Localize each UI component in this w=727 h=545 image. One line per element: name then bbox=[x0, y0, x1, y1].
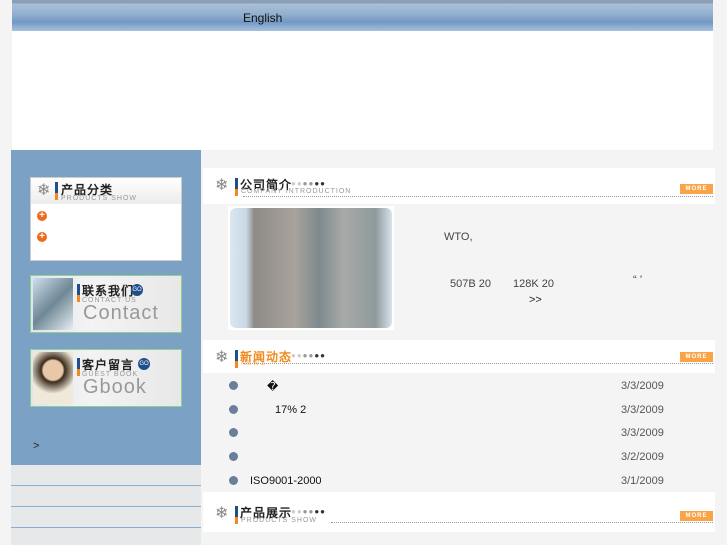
building-image bbox=[228, 206, 394, 330]
news-title-text[interactable]: � bbox=[267, 380, 278, 393]
go-icon: GO bbox=[131, 284, 143, 296]
sidebar-row[interactable] bbox=[11, 507, 201, 528]
company-intro-header: ❄ 公司简介 ●●●●●● COMPANY INTRODUCTION MORE bbox=[203, 168, 715, 204]
bullet-icon bbox=[229, 381, 238, 390]
news-header: ❄ 新闻动态 ●●●●●● NEWS MORE bbox=[203, 340, 715, 373]
title-bar-icon bbox=[235, 178, 238, 196]
title-bar-icon bbox=[55, 182, 58, 200]
intro-text: 128K 20 bbox=[513, 278, 554, 290]
news-more-button[interactable]: MORE bbox=[680, 352, 713, 362]
bullet-icon bbox=[229, 452, 238, 461]
gbook-big-text: Gbook bbox=[83, 376, 147, 398]
news-item[interactable]: 3/3/2009 bbox=[203, 424, 715, 446]
laptop-image bbox=[33, 278, 73, 330]
plus-icon[interactable]: + bbox=[37, 211, 47, 221]
company-more-button[interactable]: MORE bbox=[680, 184, 713, 194]
products-show-subtitle: PRODUCTS SHOW bbox=[241, 517, 317, 524]
snowflake-icon: ❄ bbox=[215, 505, 229, 522]
product-categories-box: ❄ 产品分类 PRODUCTS SHOW + + bbox=[30, 177, 182, 261]
company-subtitle: COMPANY INTRODUCTION bbox=[241, 188, 352, 195]
sidebar-row[interactable] bbox=[11, 486, 201, 507]
bullet-icon bbox=[229, 405, 238, 414]
title-bar-icon bbox=[77, 358, 80, 376]
news-title-text[interactable]: ISO9001-2000 bbox=[250, 475, 322, 487]
dots-icon: ●●●●●● bbox=[291, 351, 327, 360]
products-show-header: ❄ 产品展示 ●●●●●● PRODUCTS SHOW MORE bbox=[203, 492, 715, 532]
plus-icon[interactable]: + bbox=[37, 232, 47, 242]
contact-big-text: Contact bbox=[83, 302, 159, 324]
contact-us-banner[interactable]: 联系我们 GO CONTACT US Contact bbox=[30, 275, 182, 333]
news-title-text[interactable]: 17% 2 bbox=[275, 404, 306, 416]
title-bar-icon bbox=[235, 506, 238, 524]
products-subtitle: PRODUCTS SHOW bbox=[61, 195, 137, 202]
news-item[interactable]: 17% 2 3/3/2009 bbox=[203, 401, 715, 423]
top-nav-bar: English bbox=[12, 0, 713, 31]
sidebar-row[interactable] bbox=[11, 465, 201, 486]
snowflake-icon: ❄ bbox=[215, 177, 229, 194]
bullet-icon bbox=[229, 428, 238, 437]
news-date: 3/3/2009 bbox=[621, 404, 664, 416]
operator-image bbox=[33, 352, 73, 404]
sidebar: ❄ 产品分类 PRODUCTS SHOW + + 联系我们 GO CONTACT… bbox=[11, 150, 201, 465]
products-show-more-button[interactable]: MORE bbox=[680, 511, 713, 521]
news-date: 3/1/2009 bbox=[621, 475, 664, 487]
english-link[interactable]: English bbox=[243, 11, 282, 25]
news-date: 3/3/2009 bbox=[621, 380, 664, 392]
news-item[interactable]: 3/2/2009 bbox=[203, 448, 715, 470]
title-bar-icon bbox=[235, 350, 238, 368]
intro-more-link[interactable]: >> bbox=[529, 294, 542, 306]
go-icon: GO bbox=[138, 358, 150, 370]
dots-icon: ●●●●●● bbox=[291, 507, 327, 516]
news-item[interactable]: � 3/3/2009 bbox=[203, 377, 715, 399]
snowflake-icon: ❄ bbox=[215, 349, 229, 366]
bullet-icon bbox=[229, 476, 238, 485]
news-item[interactable]: ISO9001-2000 3/1/2009 bbox=[203, 472, 715, 494]
snowflake-icon: ❄ bbox=[37, 182, 51, 199]
intro-text: 507B 20 bbox=[450, 278, 491, 290]
news-date: 3/3/2009 bbox=[621, 427, 664, 439]
sidebar-arrow-link[interactable]: > bbox=[33, 440, 39, 452]
banner bbox=[12, 31, 713, 150]
intro-text: WTO, bbox=[444, 231, 473, 243]
guestbook-banner[interactable]: 客户留言 GO GUEST BOOK Gbook bbox=[30, 349, 182, 407]
dots-icon: ●●●●●● bbox=[291, 179, 327, 188]
title-bar-icon bbox=[77, 284, 80, 302]
news-date: 3/2/2009 bbox=[621, 451, 664, 463]
sidebar-list bbox=[11, 465, 201, 545]
intro-text: “ ’ bbox=[633, 274, 643, 286]
